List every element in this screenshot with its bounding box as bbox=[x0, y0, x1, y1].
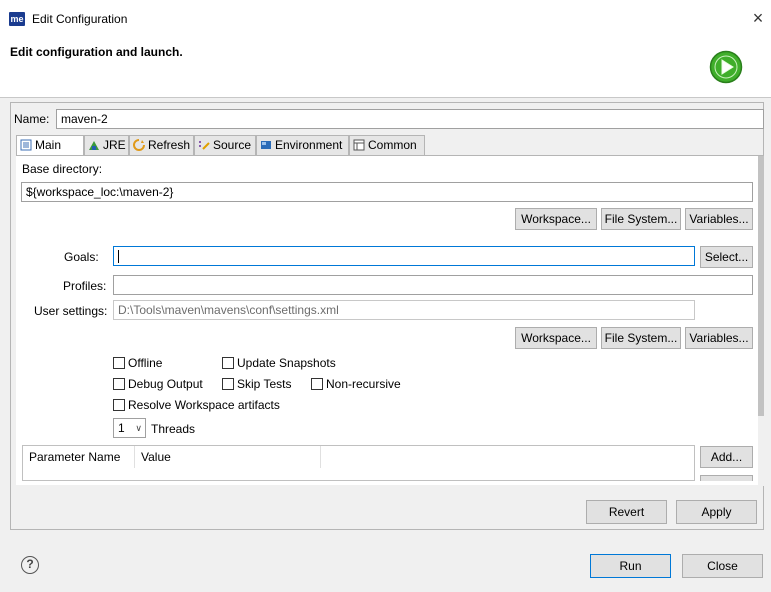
file-system-button[interactable]: File System... bbox=[601, 208, 681, 230]
threads-label: Threads bbox=[151, 422, 196, 436]
refresh-icon bbox=[133, 139, 145, 151]
apply-button[interactable]: Apply bbox=[676, 500, 757, 524]
checkbox-box bbox=[113, 378, 125, 390]
main-tab-icon bbox=[20, 139, 32, 151]
revert-button[interactable]: Revert bbox=[586, 500, 667, 524]
help-icon[interactable]: ? bbox=[21, 556, 39, 574]
edit-parameter-button[interactable] bbox=[700, 475, 753, 481]
user-settings-file-system-button[interactable]: File System... bbox=[601, 327, 681, 349]
add-parameter-button[interactable]: Add... bbox=[700, 446, 753, 468]
tab-refresh-label: Refresh bbox=[148, 138, 191, 152]
run-button[interactable]: Run bbox=[590, 554, 671, 578]
profiles-input[interactable] bbox=[113, 275, 753, 295]
workspace-button[interactable]: Workspace... bbox=[515, 208, 597, 230]
scrollbar[interactable] bbox=[758, 156, 764, 486]
jre-icon bbox=[89, 141, 99, 150]
non-recursive-checkbox[interactable]: Non-recursive bbox=[311, 377, 401, 393]
checkbox-box bbox=[113, 357, 125, 369]
variables-button[interactable]: Variables... bbox=[685, 208, 753, 230]
threads-select[interactable]: 1 ∨ bbox=[113, 418, 146, 438]
tab-environment-label: Environment bbox=[275, 138, 343, 152]
resolve-workspace-checkbox[interactable]: Resolve Workspace artifacts bbox=[113, 398, 280, 414]
common-icon bbox=[353, 139, 365, 151]
skip-tests-checkbox[interactable]: Skip Tests bbox=[222, 377, 291, 393]
name-label: Name: bbox=[14, 112, 50, 126]
goals-label: Goals: bbox=[64, 250, 99, 264]
tab-common-label: Common bbox=[368, 138, 417, 152]
header-title: Edit configuration and launch. bbox=[10, 45, 183, 59]
close-icon[interactable]: × bbox=[748, 6, 768, 30]
scrollbar-thumb[interactable] bbox=[758, 156, 764, 416]
checkbox-box bbox=[113, 399, 125, 411]
window-title: Edit Configuration bbox=[32, 12, 128, 26]
text-caret bbox=[118, 250, 119, 264]
checkbox-box bbox=[311, 378, 323, 390]
tab-source[interactable]: Source bbox=[194, 135, 256, 155]
checkbox-box bbox=[222, 378, 234, 390]
run-icon bbox=[709, 50, 743, 84]
column-parameter-name[interactable]: Parameter Name bbox=[23, 446, 135, 468]
name-input[interactable]: maven-2 bbox=[56, 109, 764, 129]
tab-jre-label: JRE bbox=[103, 138, 126, 152]
tab-jre[interactable]: JRE bbox=[84, 135, 129, 155]
tab-main-label: Main bbox=[35, 138, 62, 152]
base-directory-label: Base directory: bbox=[22, 162, 103, 176]
dialog-header: Edit configuration and launch. bbox=[0, 36, 771, 98]
parameter-table[interactable]: Parameter Name Value bbox=[22, 445, 695, 481]
select-goals-button[interactable]: Select... bbox=[700, 246, 753, 268]
chevron-down-icon: ∨ bbox=[135, 423, 142, 433]
profiles-label: Profiles: bbox=[63, 279, 107, 293]
checkbox-box bbox=[222, 357, 234, 369]
user-settings-variables-button[interactable]: Variables... bbox=[685, 327, 753, 349]
app-icon: me bbox=[9, 12, 25, 26]
base-directory-input[interactable]: ${workspace_loc:\maven-2} bbox=[21, 182, 753, 202]
tab-main[interactable]: Main bbox=[16, 135, 84, 156]
goals-input[interactable] bbox=[113, 246, 695, 266]
user-settings-input[interactable]: D:\Tools\maven\mavens\conf\settings.xml bbox=[113, 300, 695, 320]
update-snapshots-checkbox[interactable]: Update Snapshots bbox=[222, 356, 336, 372]
title-bar: me Edit Configuration × bbox=[0, 0, 771, 36]
close-button[interactable]: Close bbox=[682, 554, 763, 578]
tab-source-label: Source bbox=[213, 138, 252, 152]
debug-output-checkbox[interactable]: Debug Output bbox=[113, 377, 203, 393]
user-settings-workspace-button[interactable]: Workspace... bbox=[515, 327, 597, 349]
environment-icon bbox=[261, 141, 271, 149]
tab-common[interactable]: Common bbox=[349, 135, 425, 155]
offline-checkbox[interactable]: Offline bbox=[113, 356, 162, 372]
source-icon bbox=[199, 141, 210, 150]
user-settings-label: User settings: bbox=[34, 304, 108, 318]
column-value[interactable]: Value bbox=[135, 446, 321, 468]
tab-environment[interactable]: Environment bbox=[256, 135, 349, 155]
tab-refresh[interactable]: Refresh bbox=[129, 135, 194, 155]
